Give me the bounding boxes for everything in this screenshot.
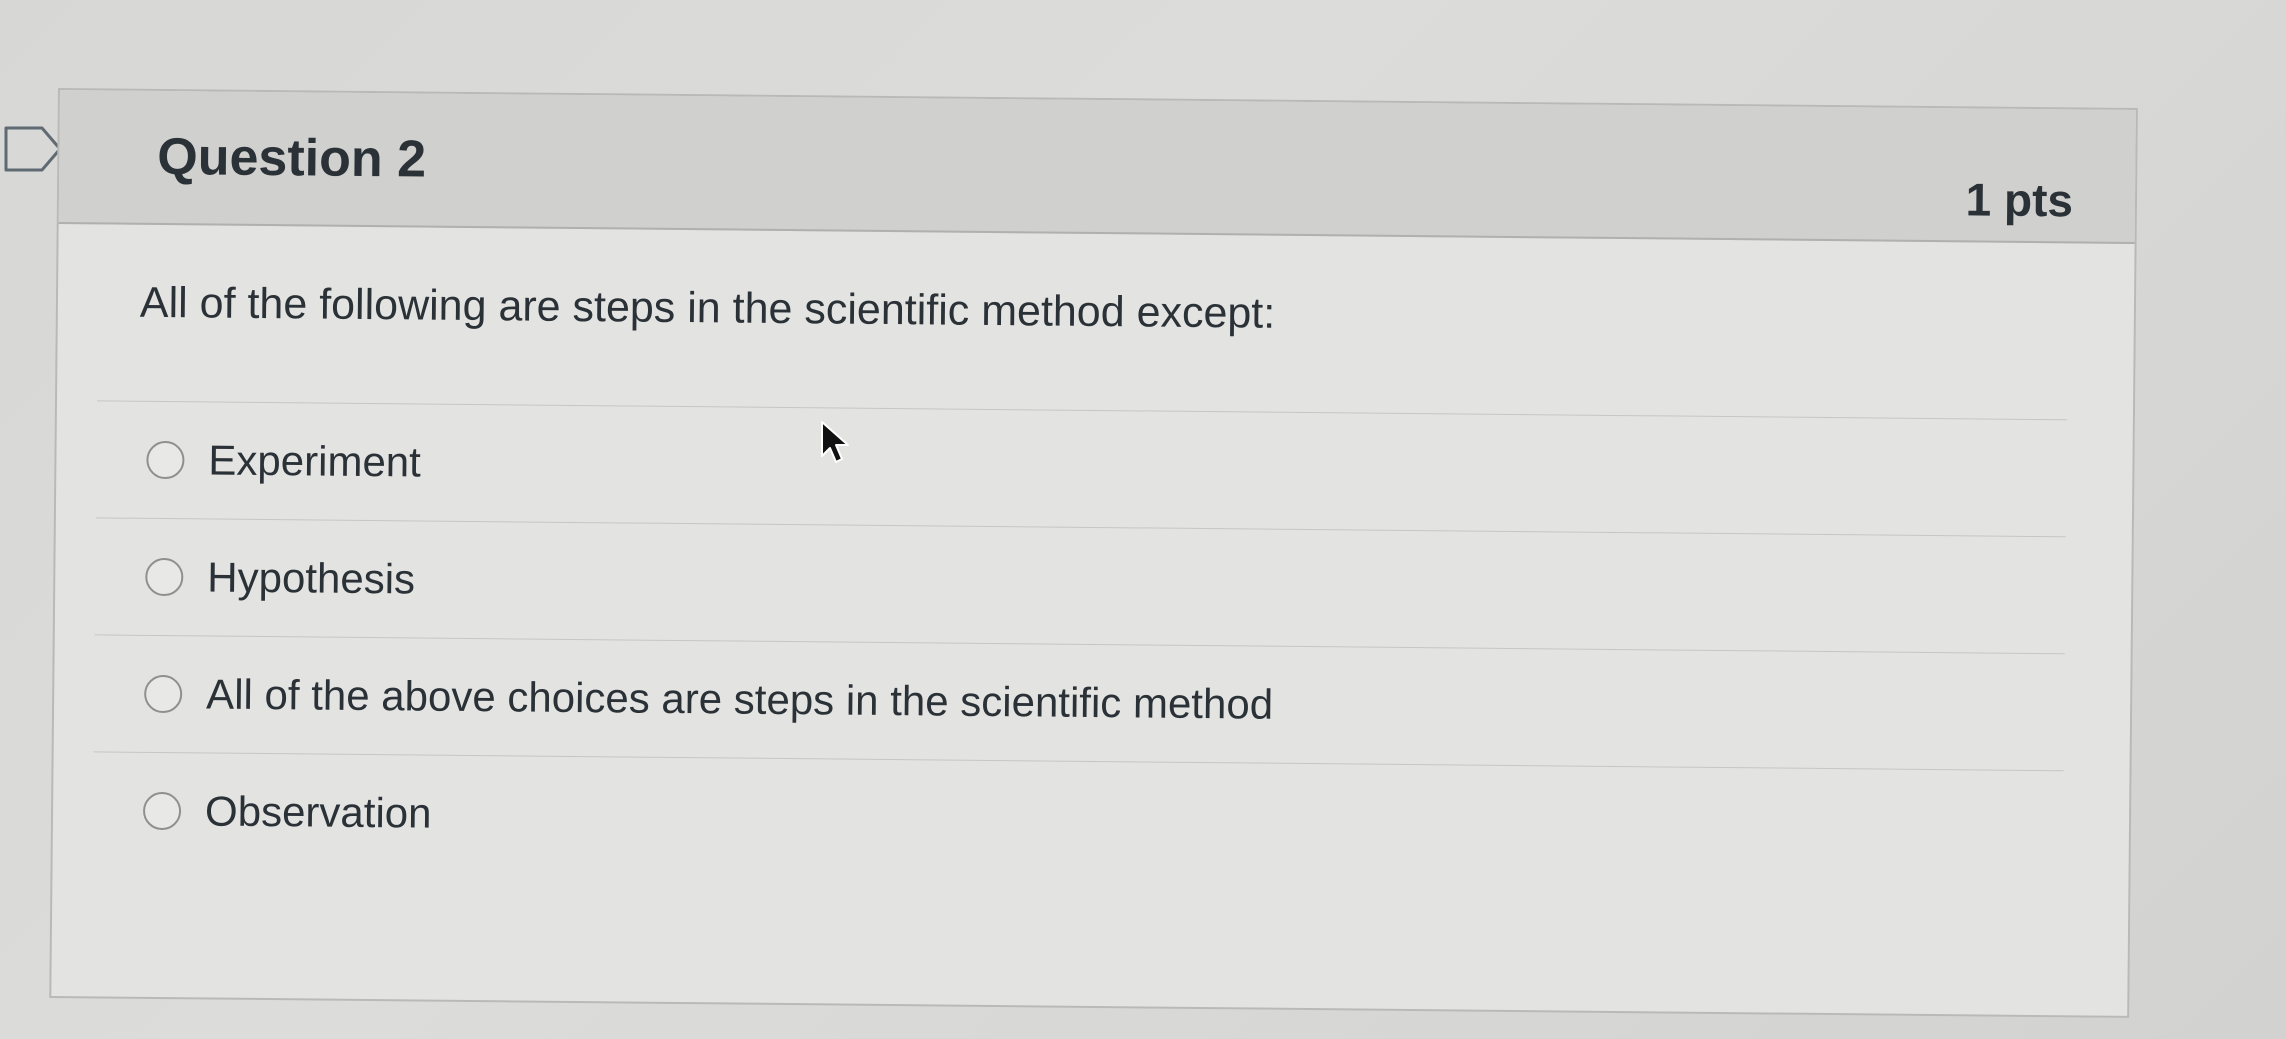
question-card: Question 2 1 pts All of the following ar… xyxy=(49,88,2138,1018)
answer-list: Experiment Hypothesis All of the above c… xyxy=(92,400,2067,888)
question-points: 1 pts xyxy=(1965,173,2074,227)
answer-label[interactable]: Experiment xyxy=(208,436,421,486)
question-header: Question 2 1 pts xyxy=(58,90,2136,244)
answer-option-experiment[interactable]: Experiment xyxy=(95,400,2067,537)
answer-option-observation[interactable]: Observation xyxy=(92,751,2064,888)
radio-button[interactable] xyxy=(142,791,182,831)
answer-label[interactable]: Observation xyxy=(205,787,432,837)
flag-question-icon[interactable] xyxy=(2,124,64,174)
question-title: Question 2 xyxy=(157,127,427,189)
radio-button[interactable] xyxy=(146,440,185,480)
answer-option-hypothesis[interactable]: Hypothesis xyxy=(94,517,2066,654)
question-prompt: All of the following are steps in the sc… xyxy=(139,278,1276,338)
mouse-pointer-icon xyxy=(821,421,849,463)
radio-button[interactable] xyxy=(144,674,183,714)
answer-label[interactable]: All of the above choices are steps in th… xyxy=(206,670,1273,728)
answer-label[interactable]: Hypothesis xyxy=(207,553,415,603)
answer-option-all-of-the-above[interactable]: All of the above choices are steps in th… xyxy=(93,634,2065,771)
radio-button[interactable] xyxy=(145,557,184,597)
